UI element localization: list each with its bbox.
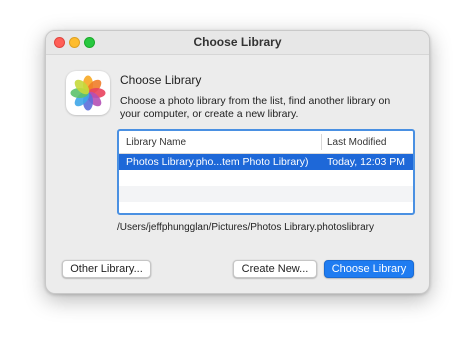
library-path: /Users/jeffphungglan/Pictures/Photos Lib… <box>117 222 374 233</box>
choose-library-window: Choose Library Choose Library Choose a p… <box>45 30 430 294</box>
table-row-empty <box>119 186 413 202</box>
table-header: Library Name Last Modified <box>119 131 413 154</box>
photos-app-icon <box>66 71 110 115</box>
window-title: Choose Library <box>193 35 282 49</box>
library-name-cell: Photos Library.pho...tem Photo Library) <box>126 156 309 168</box>
table-row[interactable]: Photos Library.pho...tem Photo Library) … <box>119 154 413 170</box>
last-modified-cell: Today, 12:03 PM <box>327 156 406 168</box>
dialog-heading: Choose Library <box>120 73 202 87</box>
table-row-empty <box>119 202 413 213</box>
choose-library-button[interactable]: Choose Library <box>324 260 414 278</box>
library-table[interactable]: Library Name Last Modified Photos Librar… <box>117 129 415 215</box>
table-row-empty <box>119 170 413 186</box>
title-bar: Choose Library <box>46 31 429 55</box>
column-header-library-name[interactable]: Library Name <box>126 137 186 148</box>
create-new-button[interactable]: Create New... <box>233 260 317 278</box>
column-divider <box>321 134 322 150</box>
dialog-description: Choose a photo library from the list, fi… <box>120 95 391 120</box>
other-library-button[interactable]: Other Library... <box>62 260 151 278</box>
column-header-last-modified[interactable]: Last Modified <box>327 137 386 148</box>
